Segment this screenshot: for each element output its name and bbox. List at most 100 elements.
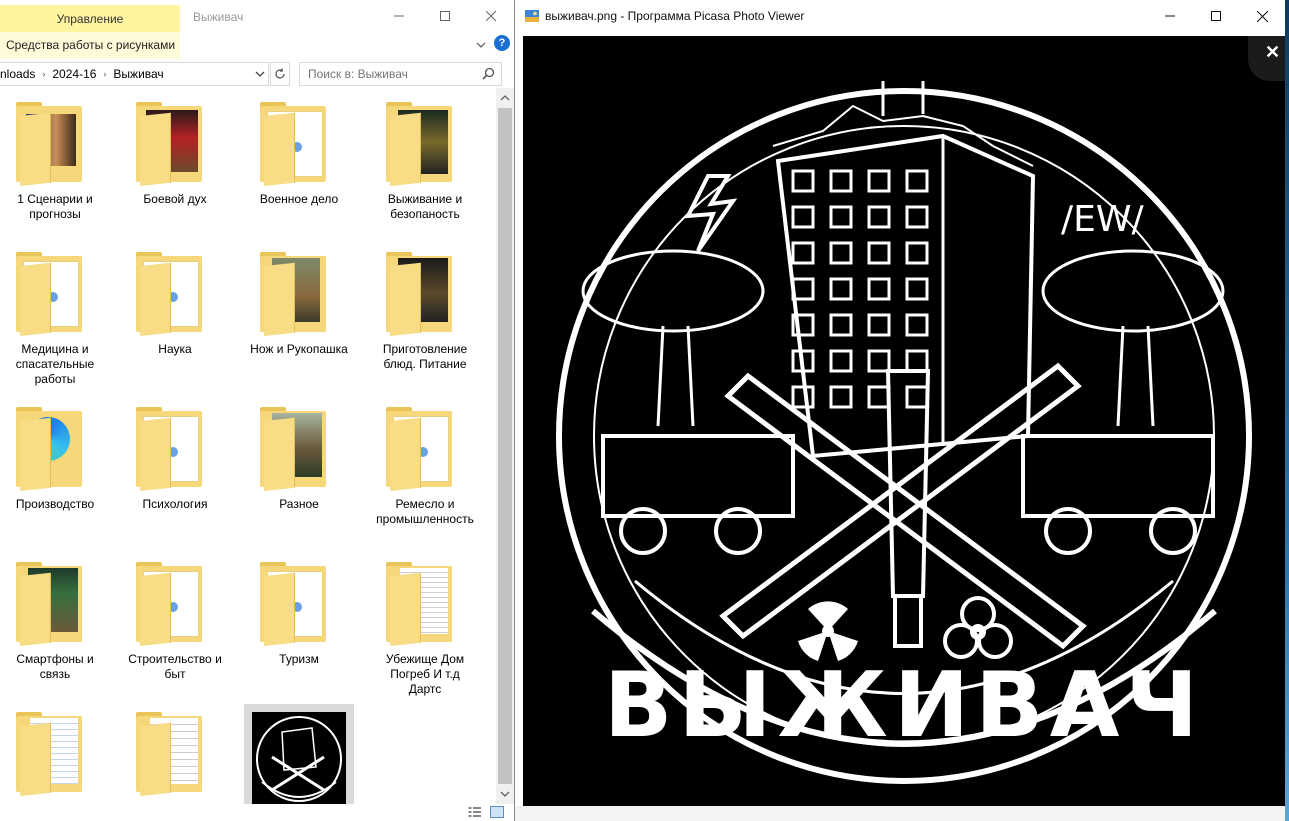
viewer-window-title: выживач.png - Программа Picasa Photo Vie… — [545, 9, 805, 23]
maximize-icon — [440, 11, 450, 21]
folder-icon — [370, 94, 480, 186]
address-dropdown-chevron-icon[interactable] — [254, 69, 266, 79]
item-label: Убежище Дом Погреб И т.д Дартс — [385, 652, 465, 696]
folder-item[interactable]: Медицина и спасательные работы — [0, 244, 110, 387]
search-box[interactable] — [299, 62, 502, 86]
folder-item[interactable]: 1 Сценарии и прогнозы — [0, 94, 110, 222]
breadcrumb-item[interactable]: nloads — [0, 67, 35, 81]
item-label: Туризм — [279, 652, 319, 666]
folder-icon — [0, 554, 110, 646]
folder-item[interactable]: Выживание и безопаность — [370, 94, 480, 222]
item-label: Военное дело — [259, 192, 339, 206]
folder-icon — [370, 554, 480, 646]
explorer-window: Управление Выживач Средства работы с рис… — [0, 0, 514, 821]
breadcrumb: nloads › 2024-16 › Выживач — [0, 67, 164, 81]
address-bar[interactable]: nloads › 2024-16 › Выживач — [0, 62, 269, 86]
item-label: Приготовление блюд. Питание — [382, 342, 468, 371]
details-view-icon[interactable] — [468, 806, 482, 818]
viewer-minimize-button[interactable] — [1147, 0, 1193, 32]
item-label: Ремесло и промышленность — [376, 497, 474, 526]
folder-icon — [244, 244, 354, 336]
image-file-item[interactable] — [244, 704, 354, 804]
breadcrumb-item[interactable]: 2024-16 — [52, 67, 96, 81]
vyzhivach-logo-image: /EW/ ВЫЖИВАЧ — [556, 81, 1252, 784]
picasa-viewer-window: выживач.png - Программа Picasa Photo Vie… — [514, 0, 1285, 821]
explorer-maximize-button[interactable] — [422, 0, 468, 32]
search-icon — [482, 67, 495, 80]
folder-item[interactable]: Военное дело — [244, 94, 354, 207]
minimize-icon — [1165, 15, 1175, 17]
logo-banner-text: ВЫЖИВАЧ — [604, 653, 1204, 758]
folder-icon — [120, 554, 230, 646]
refresh-button[interactable] — [270, 62, 290, 86]
help-icon[interactable]: ? — [494, 35, 510, 51]
folder-icon — [120, 94, 230, 186]
item-label: 1 Сценарии и прогнозы — [17, 192, 93, 221]
item-label: Выживание и безопаность — [387, 192, 463, 221]
folder-item[interactable]: У... — [120, 704, 230, 804]
item-label: Производство — [15, 497, 95, 511]
folder-item[interactable]: Нож и Рукопашка — [244, 244, 354, 357]
logo-tag-text: /EW/ — [1061, 199, 1144, 240]
breadcrumb-item[interactable]: Выживач — [113, 67, 163, 81]
close-icon — [1256, 10, 1268, 22]
ribbon-expand-chevron-icon[interactable] — [474, 38, 488, 52]
folder-icon — [244, 399, 354, 491]
folder-item[interactable]: Психология — [120, 399, 230, 512]
viewer-close-button[interactable] — [1239, 0, 1285, 32]
explorer-close-button[interactable] — [468, 0, 514, 32]
ribbon: Средства работы с рисунками — [0, 32, 514, 61]
folder-icon — [120, 399, 230, 491]
item-label: Нож и Рукопашка — [250, 342, 348, 356]
explorer-titlebar: Управление Выживач — [0, 0, 514, 33]
breadcrumb-separator-icon[interactable]: › — [103, 69, 106, 79]
item-label: Медицина и спасательные работы — [15, 342, 95, 386]
picture-tools-tab[interactable]: Средства работы с рисунками — [0, 32, 180, 59]
folder-icon — [370, 399, 480, 491]
breadcrumb-separator-icon[interactable]: › — [42, 69, 45, 79]
folder-icon — [244, 94, 354, 186]
folder-item[interactable]: Производство — [0, 399, 110, 512]
viewer-overlay-close-button[interactable]: ✕ — [1248, 36, 1285, 81]
manage-context-tab[interactable]: Управление — [0, 5, 180, 33]
folder-icon — [120, 704, 230, 796]
item-label: Наука — [158, 342, 192, 356]
folder-item[interactable]: Приготовление блюд. Питание — [370, 244, 480, 372]
minimize-icon — [394, 15, 404, 17]
status-bar — [0, 804, 514, 821]
folder-item[interactable]: Туризм — [244, 554, 354, 667]
picasa-app-icon — [525, 10, 539, 22]
close-icon: ✕ — [1265, 42, 1281, 62]
folder-icon — [0, 704, 110, 796]
manage-context-tab-label: Управление — [56, 12, 124, 26]
image-canvas: /EW/ ВЫЖИВАЧ ✕ — [523, 36, 1285, 806]
folder-item[interactable]: У... — [0, 704, 110, 804]
folder-item[interactable]: Разное — [244, 399, 354, 512]
explorer-minimize-button[interactable] — [376, 0, 422, 32]
folder-icon — [0, 94, 110, 186]
large-icons-view-icon[interactable] — [490, 806, 504, 818]
folder-icon — [244, 554, 354, 646]
explorer-window-title: Выживач — [193, 10, 244, 24]
image-thumbnail — [244, 704, 354, 804]
folder-icon — [0, 399, 110, 491]
viewer-maximize-button[interactable] — [1193, 0, 1239, 32]
folder-item[interactable]: Боевой дух — [120, 94, 230, 207]
viewer-titlebar: выживач.png - Программа Picasa Photo Vie… — [515, 0, 1285, 32]
item-label: Смартфоны и связь — [16, 652, 94, 681]
folder-item[interactable]: Ремесло и промышленность — [370, 399, 480, 527]
viewer-bottom-strip — [515, 806, 1285, 821]
folder-item[interactable]: Смартфоны и связь — [0, 554, 110, 682]
vertical-scrollbar[interactable] — [496, 88, 514, 804]
file-view: 1 Сценарии и прогнозы Боевой дух Военное д… — [0, 88, 496, 804]
item-label: Разное — [279, 497, 319, 511]
folder-icon — [0, 244, 110, 336]
search-input[interactable] — [306, 66, 478, 82]
folder-item[interactable]: Наука — [120, 244, 230, 357]
item-label: Строительство и быт — [128, 652, 222, 681]
folder-item[interactable]: Убежище Дом Погреб И т.д Дартс — [370, 554, 480, 697]
folder-item[interactable]: Строительство и быт — [120, 554, 230, 682]
scrollbar-thumb[interactable] — [498, 108, 512, 784]
item-label: Психология — [142, 497, 208, 511]
refresh-icon — [275, 68, 285, 79]
